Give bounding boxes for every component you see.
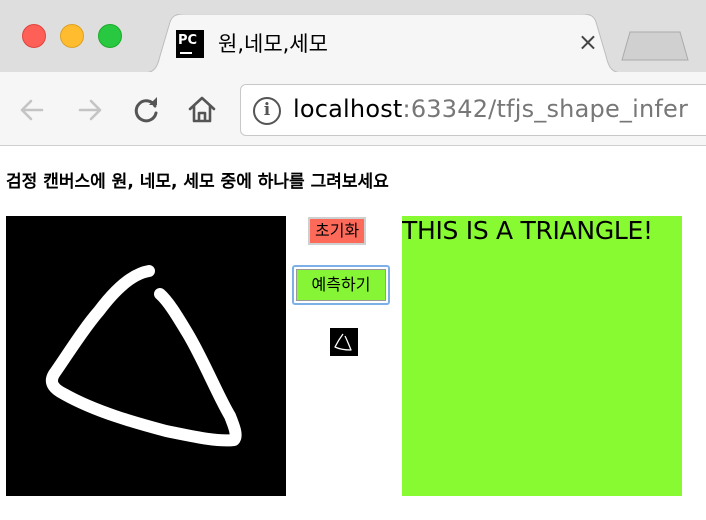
- info-icon[interactable]: i: [253, 97, 281, 125]
- preview-canvas: [330, 328, 358, 356]
- window-controls: [22, 24, 122, 48]
- result-text: THIS IS A TRIANGLE!: [402, 216, 653, 245]
- url-path: :63342/tfjs_shape_infer: [402, 95, 689, 123]
- page-content: 검정 캔버스에 원, 네모, 세모 중에 하나를 그려보세요 초기화 예측하기 …: [0, 147, 706, 520]
- url-host: localhost: [293, 95, 403, 123]
- drawn-triangle-stroke: [45, 265, 242, 447]
- new-tab-button[interactable]: [620, 30, 690, 62]
- back-arrow-icon[interactable]: [16, 94, 48, 126]
- window-maximize-button[interactable]: [98, 24, 122, 48]
- window-close-button[interactable]: [22, 24, 46, 48]
- address-bar[interactable]: i localhost:63342/tfjs_shape_infer: [240, 84, 706, 136]
- forward-arrow-icon[interactable]: [74, 94, 106, 126]
- tab-shape: [144, 14, 622, 74]
- pycharm-favicon-icon: PC: [176, 30, 204, 58]
- result-panel: THIS IS A TRIANGLE!: [402, 216, 682, 496]
- url-text[interactable]: localhost:63342/tfjs_shape_infer: [293, 95, 688, 123]
- browser-tab-active[interactable]: PC 원,네모,세모 ×: [144, 14, 622, 74]
- tab-strip: PC 원,네모,세모 ×: [0, 0, 706, 74]
- reset-button[interactable]: 초기화: [308, 217, 367, 245]
- predict-button-label: 예측하기: [296, 269, 386, 301]
- tab-title: 원,네모,세모: [218, 32, 328, 56]
- home-icon[interactable]: [186, 94, 218, 126]
- window-minimize-button[interactable]: [60, 24, 84, 48]
- predict-button[interactable]: 예측하기: [292, 265, 390, 305]
- close-icon[interactable]: ×: [578, 28, 598, 56]
- browser-toolbar: i localhost:63342/tfjs_shape_infer: [0, 72, 706, 146]
- reload-icon[interactable]: [130, 94, 162, 126]
- drawing-canvas[interactable]: [6, 216, 286, 496]
- page-heading: 검정 캔버스에 원, 네모, 세모 중에 하나를 그려보세요: [6, 172, 389, 192]
